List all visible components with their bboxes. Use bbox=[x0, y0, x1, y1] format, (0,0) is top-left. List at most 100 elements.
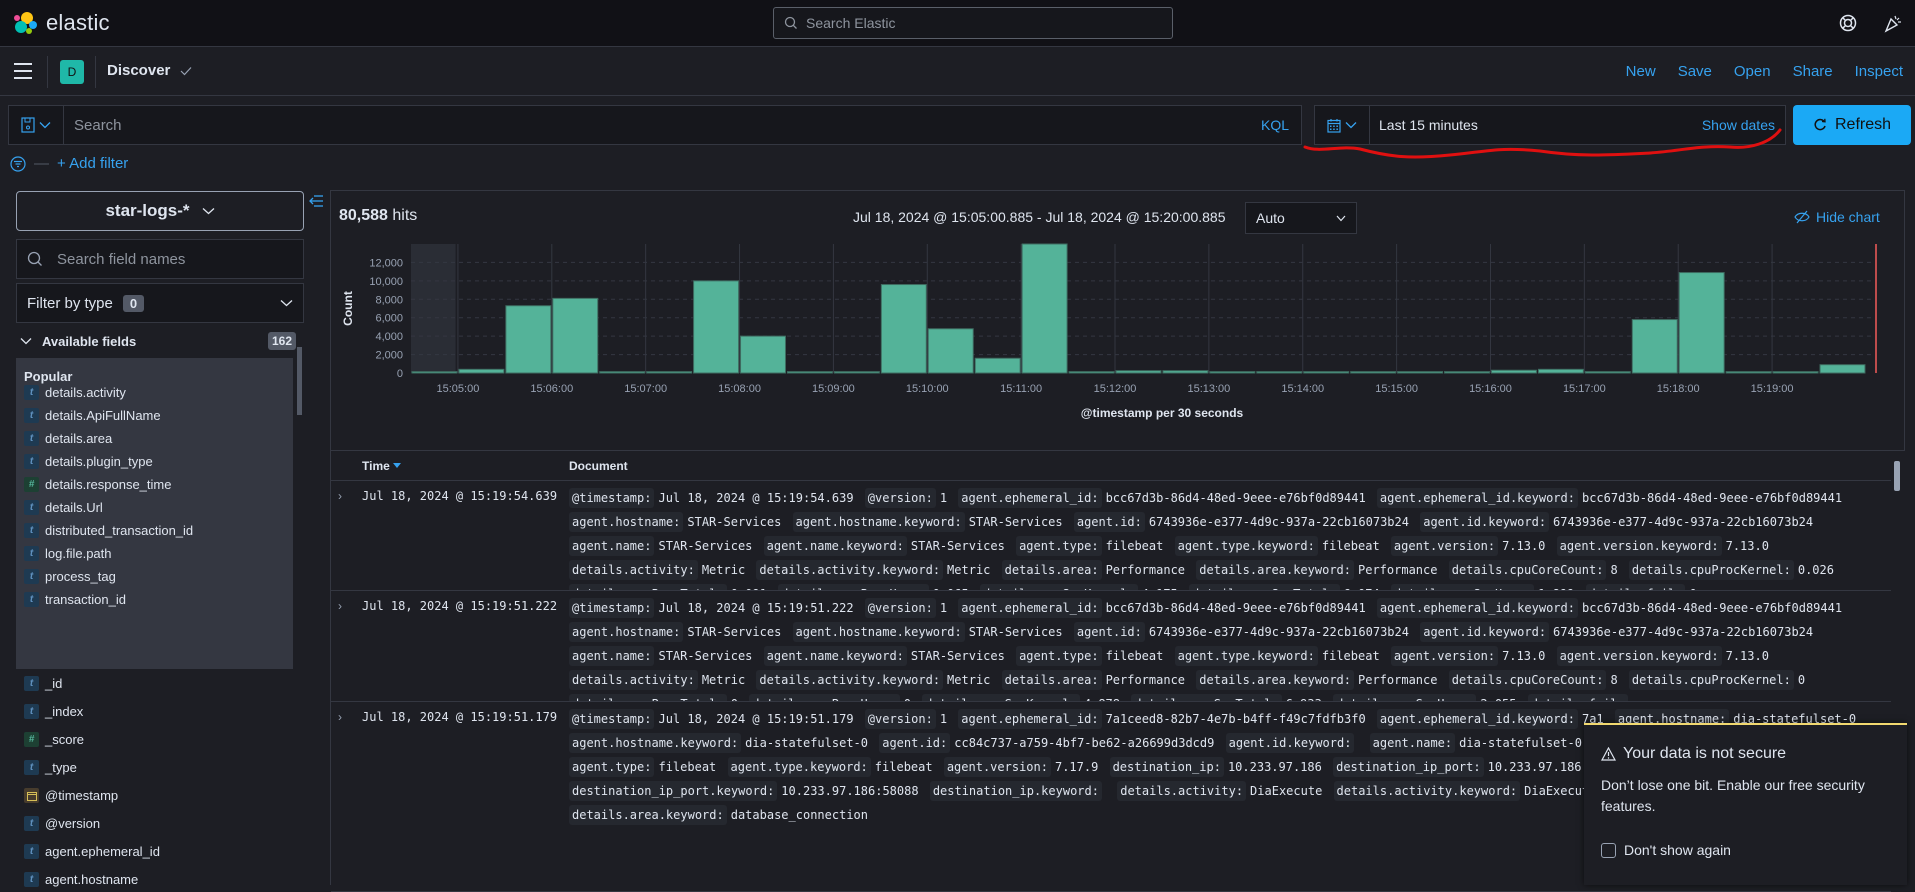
histogram-bar[interactable] bbox=[1115, 370, 1162, 374]
field-key: details.activity: bbox=[1117, 781, 1247, 801]
popular-field-item[interactable]: t details.ApiFullName bbox=[24, 408, 161, 423]
histogram-bar[interactable] bbox=[740, 335, 786, 374]
interval-value: Auto bbox=[1256, 210, 1285, 226]
field-item[interactable]: @timestamp bbox=[24, 788, 118, 803]
field-item[interactable]: t _type bbox=[24, 760, 77, 775]
histogram-bar[interactable] bbox=[1303, 371, 1350, 374]
expand-row-icon[interactable]: › bbox=[338, 489, 342, 503]
histogram-bar[interactable] bbox=[1725, 371, 1772, 374]
expand-row-icon[interactable]: › bbox=[338, 599, 342, 613]
histogram-bar[interactable] bbox=[833, 371, 880, 374]
field-value: 7.13.0 bbox=[1725, 539, 1769, 553]
histogram-bar[interactable] bbox=[1021, 243, 1068, 374]
refresh-button[interactable]: Refresh bbox=[1793, 105, 1911, 145]
date-range-value[interactable]: Last 15 minutes bbox=[1370, 117, 1702, 133]
table-row[interactable]: › Jul 18, 2024 @ 15:19:54.639 @timestamp: J… bbox=[331, 481, 1891, 591]
document-field: details.cpuCoreCount: 8 bbox=[1448, 560, 1618, 580]
histogram-chart[interactable]: 0 2,000 4,000 6,000 8,000 10,000 12,000 15:05:0… bbox=[331, 231, 1906, 451]
filter-by-type-button[interactable]: Filter by type 0 bbox=[16, 283, 304, 323]
elastic-logo[interactable]: elastic bbox=[12, 10, 110, 36]
menu-toggle-icon[interactable] bbox=[14, 63, 32, 79]
histogram-bar[interactable] bbox=[1256, 371, 1303, 374]
saved-query-menu[interactable] bbox=[9, 106, 64, 144]
show-dates-button[interactable]: Show dates bbox=[1702, 117, 1785, 133]
popular-field-item[interactable]: t details.area bbox=[24, 431, 112, 446]
histogram-bar[interactable] bbox=[1068, 371, 1115, 374]
chevron-down-icon bbox=[280, 300, 293, 307]
field-item[interactable]: t agent.ephemeral_id bbox=[24, 844, 160, 859]
histogram-bar[interactable] bbox=[1819, 364, 1866, 374]
interval-select[interactable]: Auto bbox=[1245, 202, 1357, 234]
new-button[interactable]: New bbox=[1626, 63, 1656, 80]
global-search-input[interactable]: Search Elastic bbox=[773, 7, 1173, 39]
add-filter-button[interactable]: + Add filter bbox=[57, 155, 128, 172]
help-icon[interactable] bbox=[1838, 13, 1858, 33]
breadcrumb-discover[interactable]: Discover bbox=[107, 62, 192, 79]
popular-field-item[interactable]: t details.activity bbox=[24, 385, 126, 400]
field-key: details.area: bbox=[1001, 560, 1102, 580]
popular-field-item[interactable]: # details.response_time bbox=[24, 477, 171, 492]
popular-field-item[interactable]: t distributed_transaction_id bbox=[24, 523, 193, 538]
popular-field-item[interactable]: t process_tag bbox=[24, 569, 116, 584]
popular-field-item[interactable]: t details.Url bbox=[24, 500, 103, 515]
histogram-bar[interactable] bbox=[411, 371, 458, 374]
field-value: Jul 18, 2024 @ 15:19:54.639 bbox=[658, 491, 854, 505]
field-key: agent.hostname.keyword: bbox=[792, 512, 965, 532]
available-fields-header[interactable]: Available fields 162 bbox=[16, 332, 296, 350]
histogram-bar[interactable] bbox=[1631, 319, 1678, 374]
field-item[interactable]: t _id bbox=[24, 676, 62, 691]
collapse-sidebar-icon[interactable] bbox=[308, 194, 324, 210]
field-item[interactable]: t @version bbox=[24, 816, 100, 831]
table-row[interactable]: › Jul 18, 2024 @ 15:19:51.222 @timestamp: J… bbox=[331, 591, 1891, 702]
histogram-bar[interactable] bbox=[693, 280, 740, 374]
histogram-bar[interactable] bbox=[1350, 371, 1397, 374]
checkbox-box[interactable] bbox=[1601, 842, 1616, 858]
index-pattern-selector[interactable]: star-logs-* bbox=[16, 191, 304, 231]
histogram-bar[interactable] bbox=[1678, 272, 1725, 374]
histogram-bar[interactable] bbox=[1444, 371, 1490, 374]
share-button[interactable]: Share bbox=[1793, 63, 1833, 80]
histogram-bar[interactable] bbox=[1537, 368, 1584, 374]
filter-icon[interactable] bbox=[10, 155, 26, 172]
sidebar-scrollbar[interactable] bbox=[297, 347, 302, 415]
quick-date-menu[interactable] bbox=[1315, 106, 1370, 144]
histogram-bar[interactable] bbox=[786, 371, 833, 374]
expand-row-icon[interactable]: › bbox=[338, 710, 342, 724]
popular-field-item[interactable]: t transaction_id bbox=[24, 592, 126, 607]
field-item[interactable]: # _score bbox=[24, 732, 84, 747]
hide-chart-button[interactable]: Hide chart bbox=[1794, 209, 1880, 225]
field-name: @timestamp bbox=[45, 788, 119, 803]
histogram-bar[interactable] bbox=[1209, 371, 1256, 374]
dont-show-again-checkbox[interactable]: Don't show again bbox=[1601, 842, 1731, 858]
popular-field-item[interactable]: t log.file.path bbox=[24, 546, 112, 561]
histogram-bar[interactable] bbox=[1490, 369, 1537, 374]
popular-field-item[interactable]: t details.plugin_type bbox=[24, 454, 153, 469]
field-search-input[interactable]: Search field names bbox=[16, 239, 304, 279]
space-avatar[interactable]: D bbox=[60, 60, 84, 84]
histogram-bar[interactable] bbox=[1397, 371, 1444, 374]
histogram-bar[interactable] bbox=[974, 357, 1021, 374]
histogram-bar[interactable] bbox=[1772, 371, 1819, 374]
field-item[interactable]: t _index bbox=[24, 704, 83, 719]
query-input[interactable]: Search bbox=[64, 117, 1261, 134]
histogram-bar[interactable] bbox=[927, 328, 974, 374]
histogram-bar[interactable] bbox=[1584, 371, 1631, 374]
save-button[interactable]: Save bbox=[1678, 63, 1712, 80]
column-header-time[interactable]: Time bbox=[362, 459, 401, 473]
newsfeed-icon[interactable] bbox=[1883, 13, 1903, 33]
inspect-button[interactable]: Inspect bbox=[1855, 63, 1903, 80]
histogram-bar[interactable] bbox=[599, 371, 646, 374]
table-scrollbar[interactable] bbox=[1894, 461, 1900, 491]
string-type-icon: t bbox=[24, 676, 39, 691]
eye-closed-icon bbox=[1794, 210, 1810, 224]
histogram-bar[interactable] bbox=[646, 371, 693, 374]
histogram-bar[interactable] bbox=[1162, 370, 1209, 374]
histogram-bar[interactable] bbox=[552, 297, 599, 374]
kql-toggle[interactable]: KQL bbox=[1261, 117, 1301, 133]
open-button[interactable]: Open bbox=[1734, 63, 1771, 80]
histogram-bar[interactable] bbox=[880, 284, 927, 374]
histogram-bar[interactable] bbox=[458, 368, 505, 374]
document-field: details.cpuProcKernel: 0.026 bbox=[1628, 560, 1834, 580]
x-tick-label: 15:11:00 bbox=[1000, 383, 1042, 395]
histogram-bar[interactable] bbox=[505, 305, 552, 374]
